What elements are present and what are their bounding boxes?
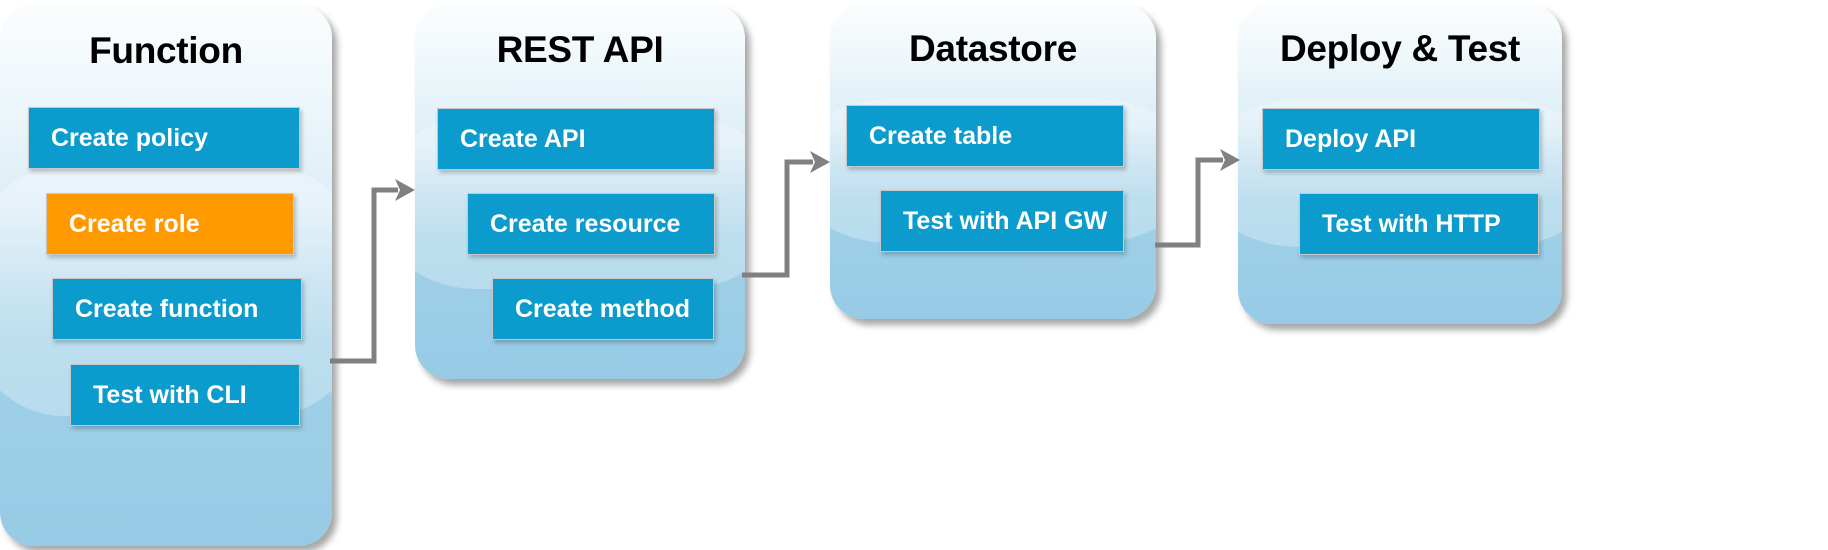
workflow-diagram: Function Create policy Create role Create f… — [0, 0, 1828, 550]
panel-function: Function — [0, 4, 332, 546]
step-label: Create resource — [490, 209, 681, 238]
step-label: Create API — [460, 124, 586, 153]
connector-line — [330, 187, 398, 364]
connector-line — [742, 159, 813, 278]
step-label: Test with HTTP — [1322, 209, 1501, 238]
step-label: Test with CLI — [93, 380, 247, 409]
panel-title-datastore: Datastore — [909, 28, 1077, 69]
step-box[interactable]: Test with CLI — [70, 364, 300, 426]
step-box[interactable]: Deploy API — [1262, 108, 1540, 170]
panel-title-deploy-test: Deploy & Test — [1279, 28, 1521, 69]
step-label: Deploy API — [1285, 124, 1417, 153]
panel-title-rest-api: REST API — [496, 29, 664, 70]
connector-arrowhead-icon — [395, 179, 415, 201]
step-label: Create method — [515, 294, 691, 323]
step-label: Create policy — [51, 123, 209, 152]
step-box[interactable]: Create role — [46, 193, 294, 255]
step-box[interactable]: Create API — [437, 108, 715, 170]
step-box[interactable]: Test with API GW — [880, 190, 1124, 252]
connector-arrowhead-icon — [810, 151, 830, 173]
step-label: Test with API GW — [903, 206, 1108, 235]
step-label: Create table — [869, 121, 1013, 150]
panel-title-function: Function — [89, 30, 243, 71]
step-box[interactable]: Test with HTTP — [1299, 193, 1539, 255]
step-label: Create function — [75, 294, 259, 323]
step-box[interactable]: Create function — [52, 278, 302, 340]
step-box[interactable]: Create table — [846, 105, 1124, 167]
step-box[interactable]: Create policy — [28, 107, 300, 169]
connector-line — [1155, 157, 1223, 248]
step-label: Create role — [69, 209, 200, 238]
step-box[interactable]: Create method — [492, 278, 714, 340]
step-box[interactable]: Create resource — [467, 193, 715, 255]
connector-arrowhead-icon — [1220, 149, 1240, 171]
